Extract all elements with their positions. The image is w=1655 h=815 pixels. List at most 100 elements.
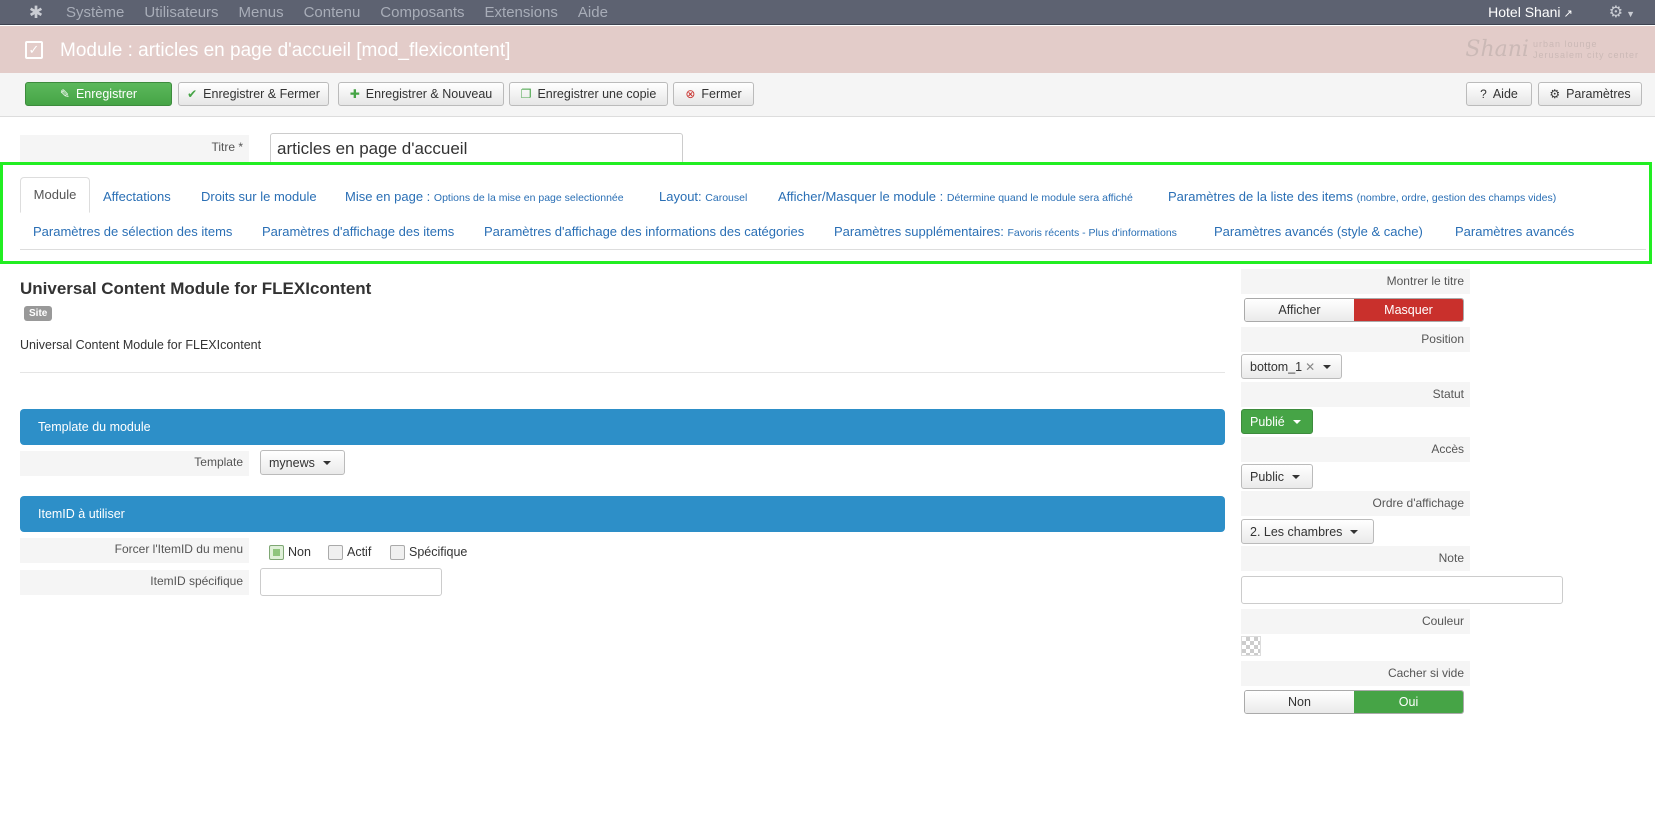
save-copy-label: Enregistrer une copie — [537, 87, 657, 101]
title-input[interactable]: articles en page d'accueil — [270, 133, 683, 165]
brand-logo: Shani urban lounge Jerusalem city center — [1465, 37, 1639, 62]
tabs-container: Module Affectations Droits sur le module… — [0, 162, 1652, 264]
tab-liste-label: Paramètres de la liste des items — [1168, 189, 1353, 204]
divider — [20, 372, 1225, 373]
hide-empty-oui[interactable]: Oui — [1354, 691, 1463, 713]
show-title-label: Montrer le titre — [1241, 269, 1470, 294]
toolbar: ✎ Enregistrer ✔ Enregistrer & Fermer ✚ E… — [0, 73, 1655, 117]
tab-afficher-label: Afficher/Masquer le module : — [778, 189, 944, 204]
radio-actif[interactable] — [328, 545, 343, 560]
tab-layout[interactable]: Layout: Carousel — [659, 189, 747, 204]
checkbox-edit-icon: ✓ — [25, 40, 43, 59]
show-title-hide[interactable]: Masquer — [1354, 299, 1463, 321]
save-close-button[interactable]: ✔ Enregistrer & Fermer — [178, 82, 329, 106]
page-title: Module : articles en page d'accueil [mod… — [60, 39, 511, 61]
status-value: Publié — [1250, 414, 1285, 429]
tab-module[interactable]: Module — [20, 177, 90, 213]
save-new-button[interactable]: ✚ Enregistrer & Nouveau — [338, 82, 504, 106]
options-button[interactable]: ⚙ Paramètres — [1538, 82, 1642, 106]
caret-down-icon — [322, 460, 331, 465]
menu-composants[interactable]: Composants — [380, 0, 464, 25]
hide-empty-non[interactable]: Non — [1245, 691, 1354, 713]
position-label: Position — [1241, 327, 1470, 352]
menu-menus[interactable]: Menus — [239, 0, 284, 25]
color-picker[interactable] — [1241, 636, 1261, 656]
tab-avances[interactable]: Paramètres avancés — [1455, 224, 1574, 239]
edit-icon: ✎ — [59, 87, 70, 101]
tab-selection-items[interactable]: Paramètres de sélection des items — [33, 224, 232, 239]
module-heading: Universal Content Module for FLEXIconten… — [20, 279, 372, 298]
show-title-show[interactable]: Afficher — [1245, 299, 1354, 321]
menu-extensions[interactable]: Extensions — [485, 0, 558, 25]
title-field-label: Titre * — [20, 135, 249, 162]
tab-afficher-sub: Détermine quand le module sera affiché — [946, 192, 1133, 204]
gear-icon: ⚙ — [1549, 87, 1561, 101]
brand-line-2: Jerusalem city center — [1532, 49, 1639, 60]
top-navbar: ✱ Système Utilisateurs Menus Contenu Com… — [0, 0, 1655, 25]
title-bar: ✓ Module : articles en page d'accueil [m… — [0, 26, 1655, 73]
options-label: Paramètres — [1566, 87, 1631, 101]
menu-aide[interactable]: Aide — [578, 0, 608, 25]
copy-icon: ❐ — [520, 87, 532, 101]
tab-affectations[interactable]: Affectations — [103, 189, 171, 204]
clear-x-icon[interactable]: ✕ — [1305, 360, 1315, 374]
external-link-icon: ↗ — [1563, 8, 1573, 20]
show-title-toggle[interactable]: Afficher Masquer — [1244, 298, 1464, 322]
panel-template-header[interactable]: Template du module — [20, 409, 1225, 445]
order-select[interactable]: 2. Les chambres — [1241, 519, 1374, 544]
site-link[interactable]: Hotel Shani ↗ — [1488, 4, 1573, 20]
force-itemid-label: Forcer l'ItemID du menu — [20, 538, 249, 563]
tabs-divider — [20, 249, 1646, 250]
access-value: Public — [1250, 469, 1285, 484]
caret-down-icon — [1292, 474, 1301, 479]
question-icon: ? — [1480, 87, 1487, 101]
tab-droits[interactable]: Droits sur le module — [201, 189, 317, 204]
itemid-specifique-input[interactable] — [260, 568, 442, 596]
user-menu-gear-icon[interactable]: ⚙ ▼ — [1609, 2, 1635, 22]
tab-affichage-items[interactable]: Paramètres d'affichage des items — [262, 224, 454, 239]
module-description: Universal Content Module for FLEXIconten… — [20, 338, 262, 352]
save-button[interactable]: ✎ Enregistrer — [25, 82, 172, 106]
tab-afficher-masquer[interactable]: Afficher/Masquer le module : Détermine q… — [778, 189, 1133, 204]
menu-contenu[interactable]: Contenu — [304, 0, 361, 25]
menu-systeme[interactable]: Système — [66, 0, 124, 25]
save-label: Enregistrer — [75, 87, 138, 101]
hide-empty-label: Cacher si vide — [1241, 661, 1470, 686]
radio-actif-label: Actif — [347, 545, 372, 559]
tab-avances-style[interactable]: Paramètres avancés (style & cache) — [1214, 224, 1423, 239]
note-input[interactable] — [1241, 576, 1563, 604]
tab-mise-en-page[interactable]: Mise en page : Options de la mise en pag… — [345, 189, 624, 204]
position-select[interactable]: bottom_1 ✕ — [1241, 354, 1342, 379]
tab-layout-sub: Carousel — [705, 192, 748, 204]
chevron-down-icon: ▼ — [1626, 9, 1635, 19]
order-value: 2. Les chambres — [1250, 524, 1343, 539]
status-select[interactable]: Publié — [1241, 409, 1313, 434]
tab-supp-label: Paramètres supplémentaires: — [834, 224, 1004, 239]
radio-specifique[interactable] — [390, 545, 405, 560]
caret-down-icon — [1323, 364, 1332, 369]
radio-specifique-label: Spécifique — [409, 545, 468, 559]
brand-script: Shani — [1465, 37, 1529, 62]
cancel-circle-icon: ⊗ — [685, 87, 696, 101]
tab-supplementaires[interactable]: Paramètres supplémentaires: Favoris réce… — [834, 224, 1177, 239]
panel-itemid-header[interactable]: ItemID à utiliser — [20, 496, 1225, 532]
tab-affichage-categories[interactable]: Paramètres d'affichage des informations … — [484, 224, 804, 239]
help-button[interactable]: ? Aide — [1466, 82, 1532, 106]
caret-down-icon — [1350, 529, 1359, 534]
tab-layout-label: Layout: — [659, 189, 702, 204]
hide-empty-toggle[interactable]: Non Oui — [1244, 690, 1464, 714]
close-button[interactable]: ⊗ Fermer — [673, 82, 754, 106]
joomla-logo-icon[interactable]: ✱ — [22, 0, 50, 25]
caret-down-icon — [1292, 419, 1301, 424]
color-label: Couleur — [1241, 609, 1470, 634]
close-label: Fermer — [701, 87, 742, 101]
save-copy-button[interactable]: ❐ Enregistrer une copie — [509, 82, 668, 106]
tab-liste-items[interactable]: Paramètres de la liste des items (nombre… — [1168, 189, 1556, 204]
access-select[interactable]: Public — [1241, 464, 1313, 489]
save-new-label: Enregistrer & Nouveau — [365, 87, 493, 101]
menu-utilisateurs[interactable]: Utilisateurs — [144, 0, 218, 25]
template-select[interactable]: mynews — [260, 450, 345, 475]
radio-non[interactable] — [269, 545, 284, 560]
tab-supp-sub: Favoris récents - Plus d'informations — [1007, 227, 1177, 239]
site-name: Hotel Shani — [1488, 4, 1561, 20]
